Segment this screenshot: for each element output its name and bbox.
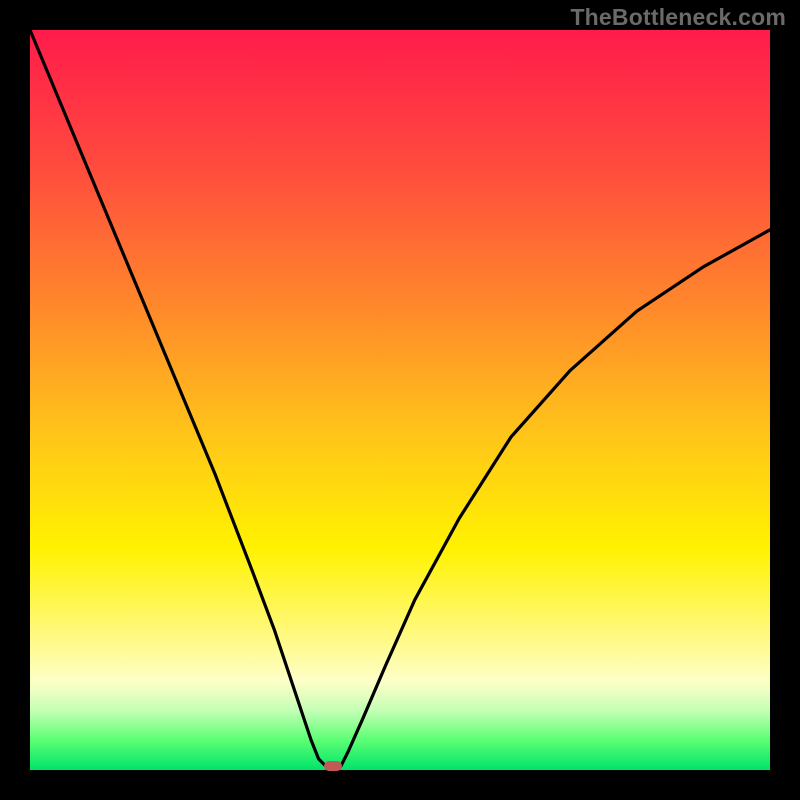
optimal-point-marker [324,761,342,771]
bottleneck-curve [30,30,770,770]
plot-area [30,30,770,770]
watermark-text: TheBottleneck.com [570,4,786,31]
